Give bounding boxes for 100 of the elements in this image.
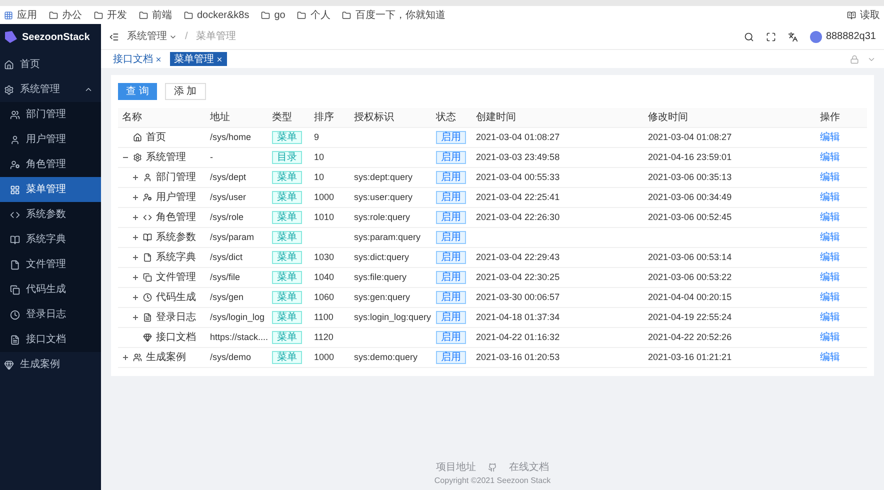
status-tag: 启用 bbox=[436, 150, 466, 164]
table-cell: sys:user:query bbox=[354, 192, 413, 202]
column-header: 修改时间 bbox=[648, 110, 689, 125]
sidebar-item[interactable]: 系统参数 bbox=[0, 202, 101, 227]
sidebar-item[interactable]: 用户管理 bbox=[0, 127, 101, 152]
sidebar-item[interactable]: 接口文档 bbox=[0, 327, 101, 352]
table-cell: 2021-03-16 01:20:53 bbox=[476, 352, 560, 362]
bookmark-link[interactable]: 开发 bbox=[107, 8, 127, 22]
table-cell-text: 用户管理 bbox=[156, 190, 196, 205]
sidebar-item[interactable]: 生成案例 bbox=[0, 352, 101, 377]
breadcrumb-item[interactable]: 系统管理 bbox=[127, 29, 177, 44]
edit-link[interactable]: 编辑 bbox=[820, 132, 840, 143]
edit-link[interactable]: 编辑 bbox=[820, 172, 840, 183]
edit-link[interactable]: 编辑 bbox=[820, 212, 840, 223]
edit-link[interactable]: 编辑 bbox=[820, 252, 840, 263]
column-header: 类型 bbox=[272, 110, 293, 125]
table-cell: 2021-03-03 23:49:58 bbox=[476, 152, 560, 162]
breadcrumb-item: 菜单管理 bbox=[196, 30, 236, 44]
sidebar-item[interactable]: 系统字典 bbox=[0, 227, 101, 252]
bookmark-link[interactable]: 前端 bbox=[152, 8, 172, 22]
column-header: 地址 bbox=[210, 110, 231, 125]
edit-link[interactable]: 编辑 bbox=[820, 312, 840, 323]
table-cell: sys:login_log:query bbox=[354, 312, 432, 322]
status-tag: 启用 bbox=[436, 330, 466, 344]
table-cell-text: 部门管理 bbox=[156, 170, 196, 185]
table-cell: sys:role:query bbox=[354, 212, 410, 222]
sidebar-item[interactable]: 登录日志 bbox=[0, 302, 101, 327]
sidebar-item[interactable]: 部门管理 bbox=[0, 102, 101, 127]
type-tag: 菜单 bbox=[272, 270, 302, 284]
page-tab[interactable]: 接口文档 bbox=[109, 52, 166, 66]
type-tag: 菜单 bbox=[272, 190, 302, 204]
table-cell: 2021-04-04 00:20:15 bbox=[648, 292, 732, 302]
table-cell-text: /sys/param bbox=[210, 230, 256, 244]
sidebar-item[interactable]: 代码生成 bbox=[0, 277, 101, 302]
table-cell-text: 角色管理 bbox=[156, 211, 196, 225]
status-tag: 启用 bbox=[436, 190, 466, 204]
table-cell: 2021-04-22 01:16:32 bbox=[476, 332, 560, 342]
table-cell: 2021-03-04 22:26:30 bbox=[476, 212, 560, 222]
sidebar-item[interactable]: 文件管理 bbox=[0, 252, 101, 277]
breadcrumb-separator: / bbox=[185, 30, 188, 44]
copyright-text: Copyright ©2021 Seezoon Stack bbox=[434, 475, 551, 487]
edit-link[interactable]: 编辑 bbox=[820, 192, 840, 203]
table-cell: sys:dept:query bbox=[354, 172, 413, 182]
table-cell-text: 系统字典 bbox=[156, 250, 196, 265]
table-cell-text: /sys/user bbox=[210, 190, 248, 204]
table-cell: 10 bbox=[314, 172, 324, 182]
sidebar-item[interactable]: 首页 bbox=[0, 52, 101, 77]
edit-link[interactable]: 编辑 bbox=[820, 232, 840, 243]
user-name[interactable]: 888882q31 bbox=[826, 29, 876, 44]
bookmark-link[interactable]: go bbox=[274, 8, 286, 22]
table-cell-text: 生成案例 bbox=[146, 350, 186, 365]
table-cell: 2021-03-16 01:21:21 bbox=[648, 352, 732, 362]
table-cell: 1000 bbox=[314, 192, 334, 202]
table-cell: 2021-03-04 01:08:27 bbox=[648, 132, 732, 142]
reading-list-link[interactable]: 读取 bbox=[860, 8, 880, 22]
table-cell-text: 系统参数 bbox=[156, 230, 196, 245]
table-cell: 2021-03-04 00:55:33 bbox=[476, 172, 560, 182]
table-cell-text: 首页 bbox=[146, 131, 166, 145]
type-tag: 菜单 bbox=[272, 250, 302, 264]
edit-link[interactable]: 编辑 bbox=[820, 152, 840, 163]
sidebar-item[interactable]: 角色管理 bbox=[0, 152, 101, 177]
table-cell: sys:param:query bbox=[354, 232, 421, 242]
edit-link[interactable]: 编辑 bbox=[820, 272, 840, 283]
column-header: 操作 bbox=[820, 111, 841, 125]
type-tag: 菜单 bbox=[272, 290, 302, 304]
table-cell: 1030 bbox=[314, 252, 334, 262]
table-cell-text: - bbox=[210, 150, 214, 164]
table-cell-text: /sys/file bbox=[210, 270, 242, 284]
bookmark-link[interactable]: 应用 bbox=[17, 8, 37, 22]
sidebar-item[interactable]: 系统管理 bbox=[0, 77, 101, 102]
sidebar-item[interactable]: 菜单管理 bbox=[0, 177, 101, 202]
bookmark-link[interactable]: docker&k8s bbox=[197, 8, 250, 22]
table-cell: 2021-03-30 00:06:57 bbox=[476, 292, 560, 302]
page-tab[interactable]: 菜单管理 bbox=[170, 52, 227, 66]
edit-link[interactable]: 编辑 bbox=[820, 352, 840, 363]
table-cell: 2021-03-06 00:53:14 bbox=[648, 252, 732, 262]
table-cell: sys:dict:query bbox=[354, 252, 410, 262]
bookmark-link[interactable]: 百度一下，你就知道 bbox=[355, 8, 446, 22]
status-tag: 启用 bbox=[436, 310, 466, 324]
add-button[interactable]: 添 加 bbox=[164, 83, 206, 100]
table-cell: 2021-03-06 00:35:13 bbox=[648, 172, 732, 182]
table-cell: 2021-03-04 22:29:43 bbox=[476, 252, 560, 262]
edit-link[interactable]: 编辑 bbox=[820, 292, 840, 303]
column-header: 名称 bbox=[121, 111, 143, 125]
table-cell-text: 文件管理 bbox=[156, 270, 196, 285]
bookmark-link[interactable]: 办公 bbox=[62, 8, 82, 22]
status-tag: 启用 bbox=[436, 130, 466, 144]
table-cell: 1100 bbox=[314, 312, 334, 322]
status-tag: 启用 bbox=[436, 250, 466, 264]
status-tag: 启用 bbox=[436, 230, 466, 244]
type-tag: 菜单 bbox=[272, 350, 302, 364]
table-cell: 2021-04-22 20:52:26 bbox=[648, 332, 732, 342]
status-tag: 启用 bbox=[436, 270, 466, 284]
table-cell: 9 bbox=[314, 132, 320, 142]
table-cell: 2021-04-19 22:55:24 bbox=[648, 312, 732, 322]
edit-link[interactable]: 编辑 bbox=[820, 332, 840, 343]
table-cell-text: /sys/gen bbox=[210, 290, 245, 304]
table-cell: 1000 bbox=[314, 352, 334, 362]
bookmark-link[interactable]: 个人 bbox=[310, 8, 330, 22]
table-cell: 2021-04-16 23:59:01 bbox=[648, 152, 732, 162]
